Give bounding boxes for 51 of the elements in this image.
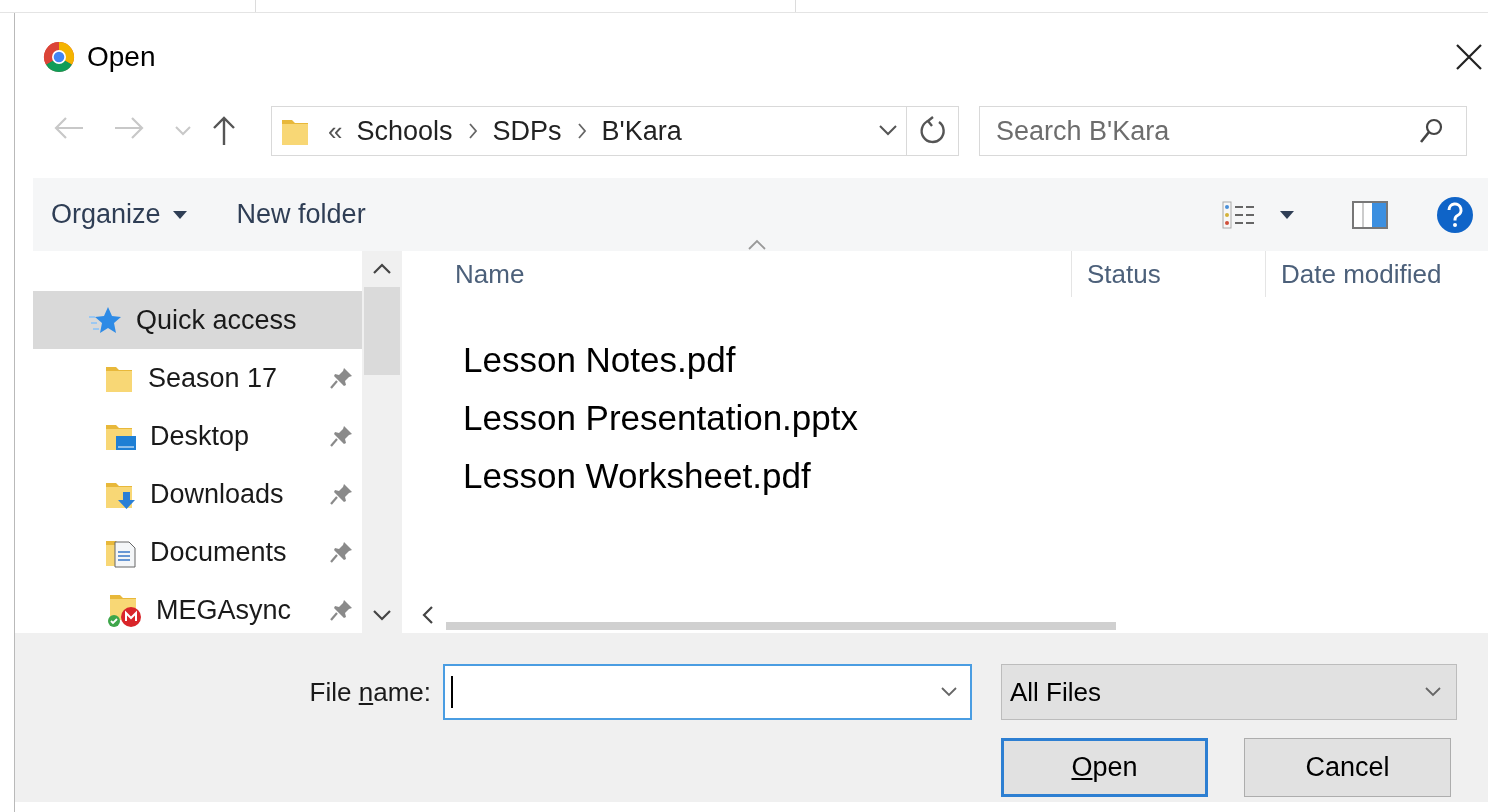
chevron-down-icon[interactable]	[372, 609, 392, 621]
close-icon[interactable]	[1456, 44, 1482, 70]
caret-down-icon	[1280, 210, 1294, 219]
chevron-down-icon[interactable]	[940, 686, 958, 698]
sidebar-item[interactable]: Documents	[33, 523, 362, 581]
address-bar[interactable]: « Schools SDPs B'Kara	[271, 106, 959, 156]
breadcrumb[interactable]: SDPs	[492, 115, 562, 147]
chevron-down-icon	[173, 125, 193, 137]
refresh-icon	[918, 116, 947, 146]
up-arrow-icon	[211, 115, 237, 147]
view-options-button[interactable]	[1222, 200, 1294, 229]
file-type-dropdown[interactable]: All Files	[1001, 664, 1457, 720]
vertical-scrollbar[interactable]	[362, 251, 402, 633]
sync-folder-icon	[106, 593, 142, 627]
file-name-field[interactable]	[443, 664, 972, 720]
toolbar-button[interactable]: New folder	[236, 199, 366, 230]
sidebar-item[interactable]: Quick access	[33, 291, 362, 349]
preview-pane-button[interactable]	[1352, 200, 1388, 229]
sidebar-item[interactable]: Downloads	[33, 465, 362, 523]
app-logo-icon	[43, 41, 75, 73]
chevron-down-icon[interactable]	[878, 124, 898, 138]
breadcrumb[interactable]: B'Kara	[601, 115, 682, 147]
dialog-button[interactable]: Open	[1001, 738, 1208, 797]
chevron-down-icon	[1424, 686, 1442, 698]
file-name[interactable]: Lesson Worksheet.pdf	[463, 447, 1488, 505]
search-field[interactable]: Search B'Kara	[979, 106, 1467, 156]
search-icon[interactable]	[1419, 118, 1443, 144]
sidebar-item[interactable]: Season 17	[33, 349, 362, 407]
breadcrumb[interactable]: Schools	[356, 115, 453, 147]
star-icon	[88, 305, 122, 335]
chevron-up-icon[interactable]	[372, 263, 392, 275]
file-name[interactable]: Lesson Notes.pdf	[463, 331, 1488, 389]
file-name[interactable]: Lesson Presentation.pptx	[463, 389, 1488, 447]
window-title: Open	[87, 41, 156, 73]
column-header[interactable]: Date modified	[1266, 251, 1488, 297]
sidebar-item[interactable]: Desktop	[33, 407, 362, 465]
caret-down-icon	[172, 210, 187, 219]
column-header[interactable]: Name	[402, 251, 1072, 297]
toolbar-button[interactable]: Organize	[51, 199, 187, 230]
help-icon	[1436, 195, 1474, 234]
horizontal-scrollbar[interactable]	[446, 622, 1116, 630]
up-arrow-button[interactable]	[211, 115, 237, 147]
field-label: File name:	[308, 676, 432, 708]
overflow-chevron[interactable]: «	[328, 115, 343, 147]
dialog-button[interactable]: Cancel	[1244, 738, 1451, 797]
chevron-left-icon[interactable]	[422, 605, 434, 625]
column-header[interactable]: Status	[1072, 251, 1266, 297]
help-button[interactable]	[1436, 195, 1474, 234]
chevron-right-icon	[466, 121, 479, 141]
preview-pane-icon	[1352, 200, 1388, 229]
chevron-right-icon	[575, 121, 588, 141]
